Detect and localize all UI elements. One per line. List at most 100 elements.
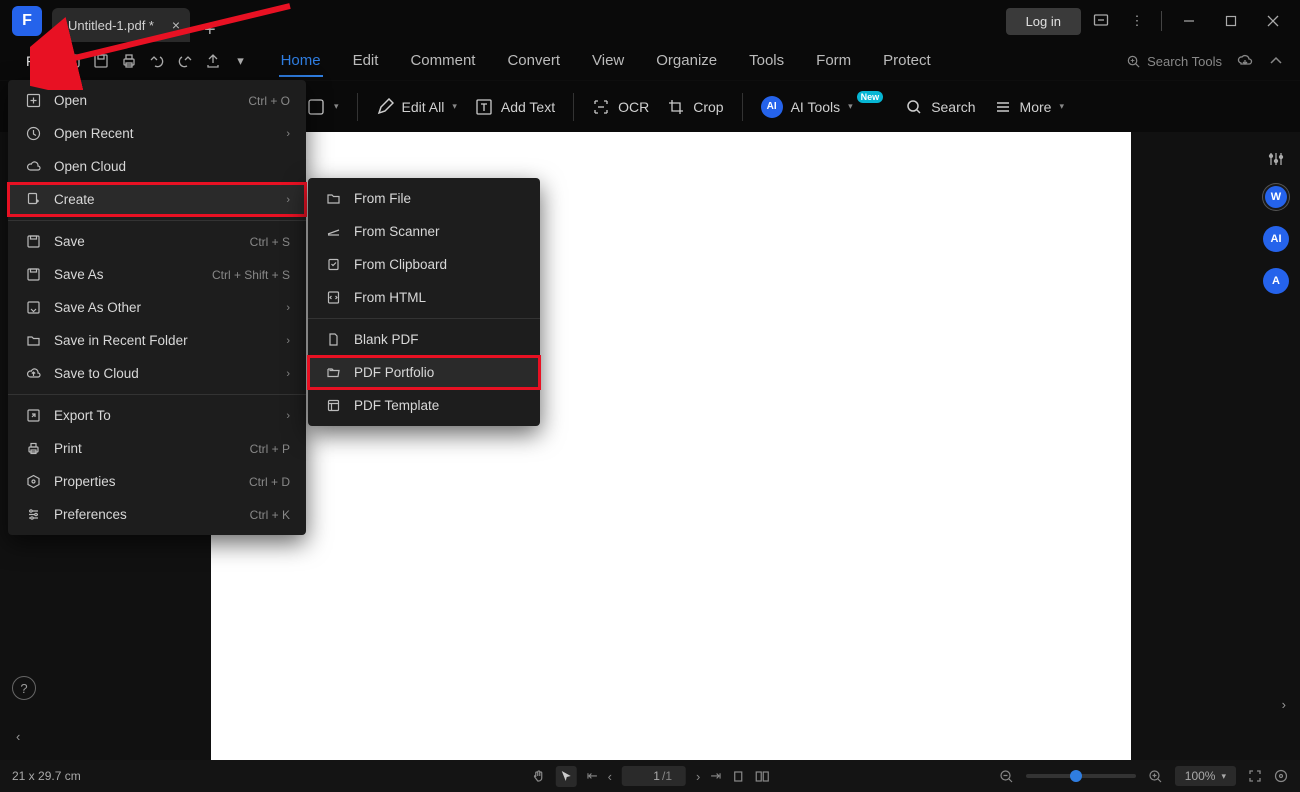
single-page-icon[interactable]	[731, 770, 744, 783]
collapse-ribbon-icon[interactable]	[1268, 53, 1284, 69]
shape-tool[interactable]: ▾	[300, 91, 345, 123]
zoom-value: 100%	[1185, 769, 1216, 783]
file-menu-button[interactable]: File	[16, 47, 59, 75]
save-quick-icon[interactable]	[87, 49, 115, 73]
search-tools[interactable]: Search Tools	[1126, 54, 1222, 69]
chevron-left-icon[interactable]: ‹	[16, 729, 20, 744]
plus-box-icon	[22, 93, 44, 108]
last-page-icon[interactable]: ⇥	[710, 768, 721, 784]
page-indicator[interactable]: 1 /1	[622, 766, 686, 786]
ocr-label: OCR	[618, 99, 649, 115]
close-window-button[interactable]	[1254, 6, 1292, 36]
document-tab[interactable]: Untitled-1.pdf * ×	[52, 8, 190, 42]
chevron-right-icon[interactable]: ›	[1282, 697, 1286, 712]
edit-all-button[interactable]: Edit All ▾	[370, 92, 463, 122]
select-tool-icon[interactable]	[556, 766, 577, 787]
translate-icon[interactable]: A	[1263, 268, 1289, 294]
document-tabstrip: Untitled-1.pdf * × +	[52, 0, 216, 42]
blank-page-icon	[322, 332, 344, 347]
crop-label: Crop	[693, 99, 723, 115]
more-button[interactable]: More ▾	[988, 92, 1070, 122]
menu-open-recent[interactable]: Open Recent ›	[8, 117, 306, 150]
current-page: 1	[636, 769, 660, 783]
add-text-button[interactable]: Add Text	[469, 92, 561, 122]
hand-tool-icon[interactable]	[531, 769, 546, 784]
menu-save-recent-folder[interactable]: Save in Recent Folder ›	[8, 324, 306, 357]
menu-create[interactable]: Create ›	[8, 183, 306, 216]
menu-open-cloud[interactable]: Open Cloud	[8, 150, 306, 183]
menu-save-as-other[interactable]: Save As Other ›	[8, 291, 306, 324]
submenu-pdf-portfolio[interactable]: PDF Portfolio	[308, 356, 540, 389]
tab-tools[interactable]: Tools	[747, 46, 786, 77]
tab-protect[interactable]: Protect	[881, 46, 933, 77]
menu-open-cloud-label: Open Cloud	[54, 159, 126, 174]
ai-side-icon[interactable]: AI	[1263, 226, 1289, 252]
feedback-icon[interactable]	[1085, 6, 1117, 36]
dropdown-icon[interactable]: ▾	[227, 49, 255, 73]
tab-organize[interactable]: Organize	[654, 46, 719, 77]
menu-save[interactable]: Save Ctrl + S	[8, 225, 306, 258]
menu-properties-shortcut: Ctrl + D	[249, 475, 290, 489]
adjustments-icon[interactable]	[1267, 150, 1285, 168]
two-page-icon[interactable]	[754, 770, 769, 783]
separator	[357, 93, 358, 121]
prev-page-icon[interactable]: ‹	[608, 769, 612, 784]
menu-save-as[interactable]: Save As Ctrl + Shift + S	[8, 258, 306, 291]
submenu-blank-pdf[interactable]: Blank PDF	[308, 323, 540, 356]
new-tab-button[interactable]: +	[204, 19, 216, 42]
fit-page-icon[interactable]	[1274, 769, 1288, 783]
tab-convert[interactable]: Convert	[505, 46, 562, 77]
cloud-icon	[22, 159, 44, 174]
undo-icon[interactable]	[143, 49, 171, 73]
submenu-from-html[interactable]: From HTML	[308, 281, 540, 314]
minimize-button[interactable]	[1170, 6, 1208, 36]
menu-save-recent-folder-label: Save in Recent Folder	[54, 333, 188, 348]
menu-export-to[interactable]: Export To ›	[8, 399, 306, 432]
first-page-icon[interactable]: ⇤	[587, 768, 598, 784]
tab-edit[interactable]: Edit	[351, 46, 381, 77]
menu-properties[interactable]: Properties Ctrl + D	[8, 465, 306, 498]
next-page-icon[interactable]: ›	[696, 769, 700, 784]
zoom-slider[interactable]	[1026, 774, 1136, 778]
submenu-from-clipboard[interactable]: From Clipboard	[308, 248, 540, 281]
submenu-from-scanner[interactable]: From Scanner	[308, 215, 540, 248]
menu-open[interactable]: Open Ctrl + O	[8, 84, 306, 117]
tab-home[interactable]: Home	[279, 46, 323, 77]
tab-view[interactable]: View	[590, 46, 626, 77]
menu-properties-label: Properties	[54, 474, 116, 489]
ocr-button[interactable]: OCR	[586, 92, 655, 122]
menu-preferences-shortcut: Ctrl + K	[250, 508, 290, 522]
zoom-percent[interactable]: 100% ▾	[1175, 766, 1236, 786]
help-icon[interactable]: ?	[12, 676, 36, 700]
submenu-pdf-template[interactable]: PDF Template	[308, 389, 540, 422]
chevron-right-icon: ›	[286, 194, 290, 206]
share-icon[interactable]	[199, 49, 227, 73]
more-label: More	[1020, 99, 1052, 115]
tab-comment[interactable]: Comment	[408, 46, 477, 77]
folder-open-icon	[322, 365, 344, 380]
word-export-icon[interactable]: W	[1263, 184, 1289, 210]
export-icon	[22, 408, 44, 423]
menu-print[interactable]: Print Ctrl + P	[8, 432, 306, 465]
ai-tools-button[interactable]: AI AI Tools ▾ New	[755, 90, 894, 124]
more-menu-icon[interactable]: ⋮	[1121, 6, 1153, 36]
tab-form[interactable]: Form	[814, 46, 853, 77]
maximize-button[interactable]	[1212, 6, 1250, 36]
menu-preferences[interactable]: Preferences Ctrl + K	[8, 498, 306, 531]
submenu-pdf-portfolio-label: PDF Portfolio	[354, 365, 434, 380]
zoom-out-icon[interactable]	[999, 769, 1014, 784]
crop-button[interactable]: Crop	[661, 92, 729, 122]
print-quick-icon[interactable]	[115, 49, 143, 73]
zoom-thumb[interactable]	[1070, 770, 1082, 782]
close-tab-icon[interactable]: ×	[172, 17, 180, 33]
menu-save-cloud[interactable]: Save to Cloud ›	[8, 357, 306, 390]
cloud-sync-icon[interactable]	[1236, 52, 1254, 70]
redo-icon[interactable]	[171, 49, 199, 73]
search-button[interactable]: Search	[899, 92, 981, 122]
submenu-from-file[interactable]: From File	[308, 182, 540, 215]
print-icon	[22, 441, 44, 456]
login-button[interactable]: Log in	[1006, 8, 1081, 35]
fullscreen-icon[interactable]	[1248, 769, 1262, 783]
open-quick-icon[interactable]	[59, 49, 87, 73]
zoom-in-icon[interactable]	[1148, 769, 1163, 784]
